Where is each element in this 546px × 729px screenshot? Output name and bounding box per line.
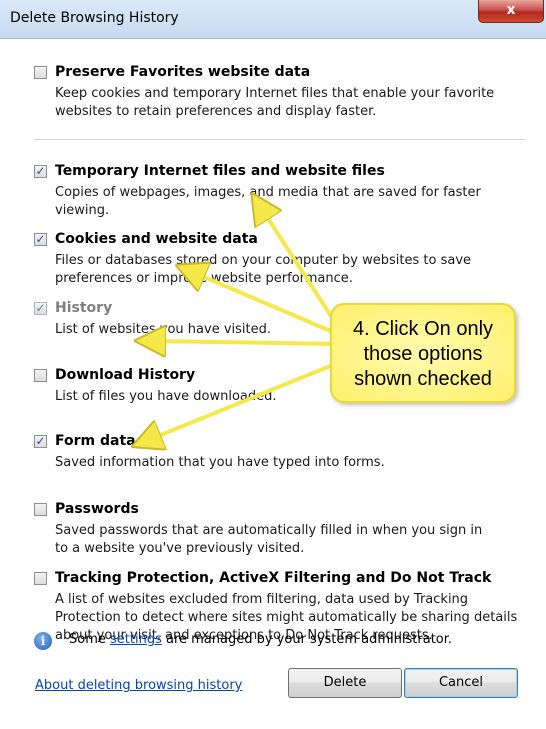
arrow-to-history <box>150 341 340 344</box>
arrow-to-form-data <box>146 358 347 441</box>
dialog-window: Delete Browsing History x Preserve Favor… <box>0 0 546 729</box>
instruction-callout: 4. Click On only those options shown che… <box>330 303 516 403</box>
arrow-to-cookies <box>190 271 342 337</box>
arrow-to-temporary-files <box>260 206 342 332</box>
